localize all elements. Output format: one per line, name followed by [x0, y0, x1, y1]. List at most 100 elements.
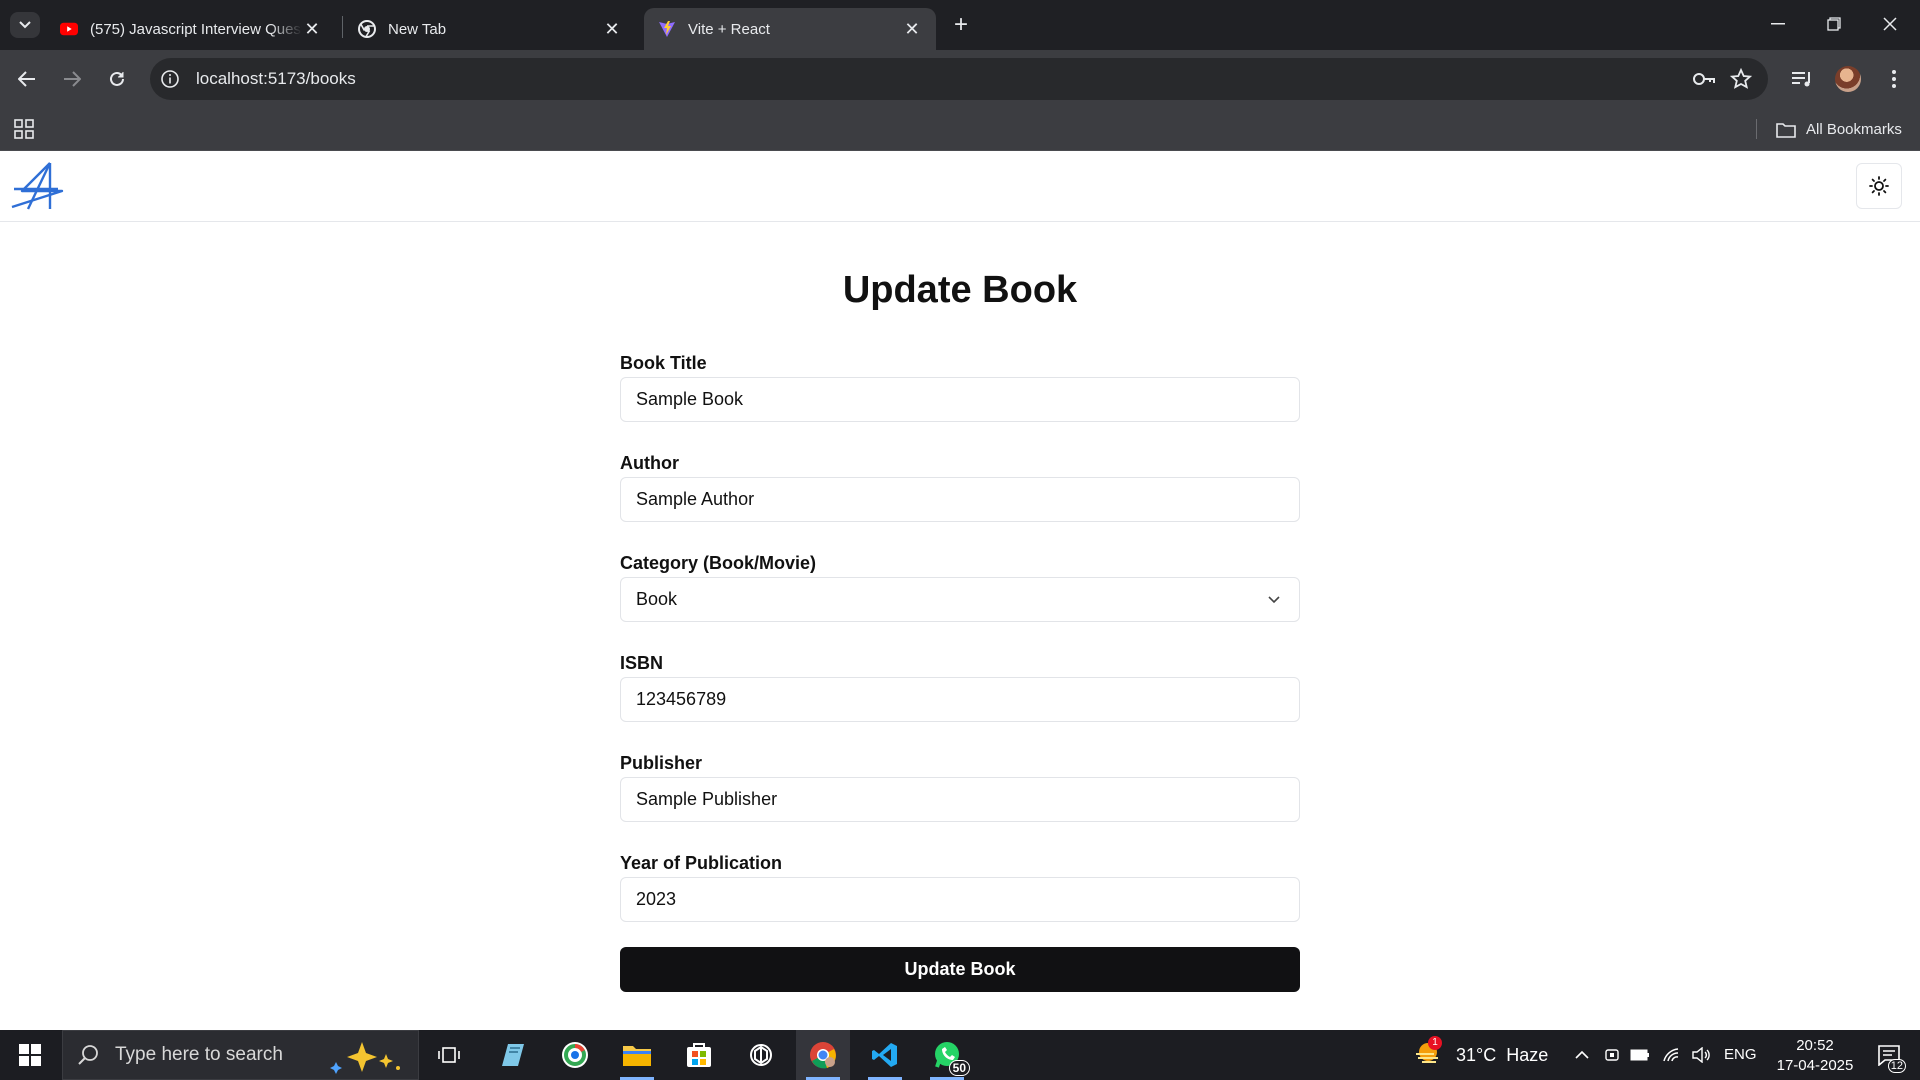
tray-volume[interactable]: [1690, 1030, 1714, 1080]
year-label: Year of Publication: [620, 853, 783, 873]
notification-count-badge: 12: [1887, 1059, 1906, 1073]
close-icon: [1883, 17, 1897, 31]
store-icon: [687, 1043, 711, 1067]
tab-new-tab[interactable]: New Tab ✕: [344, 8, 636, 50]
apps-grid-icon[interactable]: [14, 119, 34, 139]
sun-icon: [1869, 176, 1889, 196]
bookmarks-divider: [1756, 119, 1757, 139]
chevron-down-icon: [19, 21, 31, 29]
publisher-value: Sample Publisher: [636, 789, 778, 809]
media-control-button[interactable]: [1786, 63, 1818, 95]
taskbar-app-notes[interactable]: [486, 1030, 540, 1080]
start-button[interactable]: [0, 1030, 60, 1080]
bookmarks-bar: All Bookmarks: [0, 108, 1920, 151]
category-label: Category (Book/Movie): [620, 553, 817, 573]
tab-youtube[interactable]: (575) Javascript Interview Quest ✕: [46, 8, 336, 50]
tab-search-button[interactable]: [10, 12, 40, 38]
reload-button[interactable]: [100, 62, 134, 96]
youtube-icon: [60, 20, 78, 38]
tab-vite-react[interactable]: Vite + React ✕: [644, 8, 936, 50]
taskbar-app-chatgpt[interactable]: [734, 1030, 788, 1080]
vscode-icon: [872, 1043, 897, 1067]
isbn-input[interactable]: 123456789: [620, 677, 1300, 722]
theme-toggle-button[interactable]: [1856, 163, 1902, 209]
clock-date: 17-04-2025: [1776, 1057, 1854, 1074]
chrome-icon: [358, 20, 376, 38]
category-select[interactable]: Book: [620, 577, 1300, 622]
tab-title: (575) Javascript Interview Quest: [90, 20, 302, 38]
weather-widget[interactable]: 1 31°C Haze: [1414, 1030, 1548, 1080]
playlist-icon: [1792, 72, 1810, 87]
tray-wifi[interactable]: [1660, 1030, 1684, 1080]
url-text[interactable]: localhost:5173/books: [196, 58, 356, 100]
page-title: Update Book: [842, 269, 1078, 311]
video-call-icon: [1605, 1049, 1619, 1061]
weather-alert-badge: 1: [1428, 1035, 1442, 1050]
taskbar-search-box[interactable]: Type here to search: [62, 1030, 419, 1080]
publisher-input[interactable]: Sample Publisher: [620, 777, 1300, 822]
all-bookmarks-button[interactable]: All Bookmarks: [1776, 108, 1902, 151]
volume-icon: [1692, 1047, 1710, 1063]
taskbar-app-store[interactable]: [672, 1030, 726, 1080]
close-window-button[interactable]: [1862, 0, 1918, 48]
tab-divider: [342, 16, 343, 38]
new-tab-button[interactable]: +: [948, 11, 974, 38]
weather-sun-icon: 1: [1414, 1035, 1444, 1071]
arrow-left-icon: [18, 71, 35, 87]
tray-meet-now[interactable]: [1600, 1030, 1624, 1080]
reload-icon: [110, 71, 124, 86]
taskbar-app-chrome[interactable]: [796, 1030, 850, 1080]
back-button[interactable]: [10, 62, 44, 96]
category-value: Book: [636, 589, 678, 609]
show-hidden-icons-button[interactable]: [1570, 1030, 1594, 1080]
profile-button[interactable]: [1832, 63, 1864, 95]
wifi-icon: [1663, 1048, 1679, 1062]
system-clock[interactable]: 20:52 17-04-2025: [1770, 1036, 1860, 1076]
restore-button[interactable]: [1806, 0, 1862, 48]
avatar: [1835, 66, 1861, 92]
folder-icon: [1776, 122, 1796, 138]
address-bar[interactable]: localhost:5173/books: [150, 58, 1768, 100]
browser-toolbar: localhost:5173/books: [0, 50, 1920, 108]
isbn-value: 123456789: [636, 689, 727, 709]
forward-button[interactable]: [55, 62, 89, 96]
browser-menu-button[interactable]: [1878, 63, 1910, 95]
restore-icon: [1827, 17, 1841, 31]
vite-icon: [658, 20, 676, 38]
author-label: Author: [620, 453, 679, 473]
close-icon[interactable]: ✕: [302, 19, 322, 39]
arrow-right-icon: [64, 71, 81, 87]
taskbar-app-file-explorer[interactable]: [610, 1030, 664, 1080]
close-icon[interactable]: ✕: [602, 19, 622, 39]
info-icon[interactable]: [160, 69, 180, 89]
author-input[interactable]: Sample Author: [620, 477, 1300, 522]
tab-title: Vite + React: [688, 20, 770, 38]
chrome-icon: [810, 1042, 836, 1069]
app-header: [0, 151, 1920, 222]
book-title-value: Sample Book: [636, 389, 744, 409]
update-book-button[interactable]: Update Book: [620, 947, 1300, 992]
language-indicator[interactable]: ENG: [1724, 1030, 1757, 1080]
year-value: 2023: [636, 889, 677, 909]
browser-icon: [562, 1042, 588, 1068]
bookmark-star-icon[interactable]: [1730, 68, 1752, 90]
password-key-icon[interactable]: [1692, 69, 1716, 89]
notification-center-button[interactable]: 12: [1864, 1030, 1914, 1080]
taskbar-app-vscode[interactable]: [858, 1030, 912, 1080]
battery-icon: [1630, 1049, 1649, 1061]
task-view-button[interactable]: [422, 1030, 476, 1080]
notebook-icon: [502, 1044, 524, 1066]
book-title-input[interactable]: Sample Book: [620, 377, 1300, 422]
page-content: Update Book Book Title Sample Book Autho…: [0, 151, 1920, 1030]
tray-battery[interactable]: [1628, 1030, 1652, 1080]
year-input[interactable]: 2023: [620, 877, 1300, 922]
app-logo[interactable]: [10, 161, 64, 211]
chevron-up-icon: [1575, 1050, 1589, 1059]
taskbar-app-whatsapp[interactable]: 50: [920, 1030, 974, 1080]
close-icon[interactable]: ✕: [902, 19, 922, 39]
minimize-button[interactable]: [1750, 0, 1806, 48]
chatgpt-icon: [750, 1044, 772, 1066]
taskbar-app-edge[interactable]: [548, 1030, 602, 1080]
windows-taskbar: Type here to search 50 1 31°C Haze ENG 2…: [0, 1030, 1920, 1080]
search-icon: [78, 1045, 98, 1065]
